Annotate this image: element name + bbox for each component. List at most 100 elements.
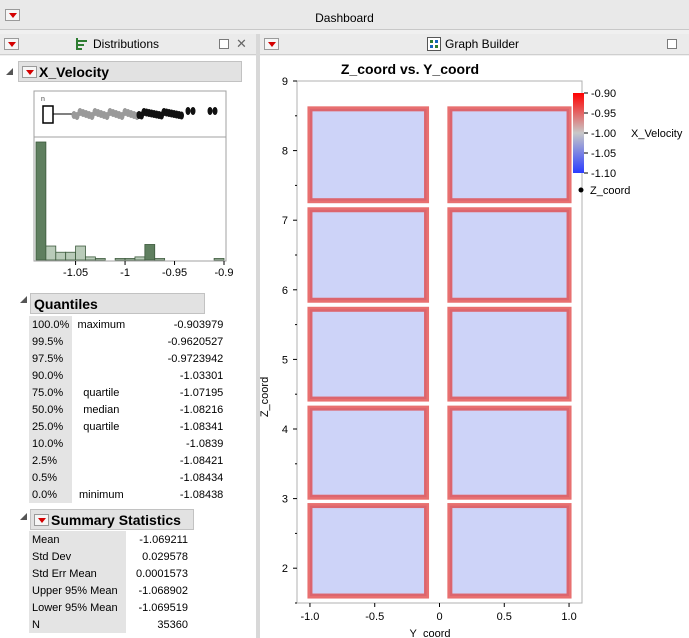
dashboard-titlebar: Dashboard (0, 0, 689, 30)
summary-row: N 35360 (29, 616, 191, 633)
distributions-panel-header: Distributions ✕ (0, 34, 256, 55)
maximize-icon[interactable] (219, 39, 229, 49)
y-tick-label: 9 (282, 76, 288, 88)
x-tick-label: -1.0 (300, 611, 319, 623)
quantile-value: -1.08438 (179, 488, 224, 501)
heatmap-cell-interior (452, 508, 567, 594)
color-scale-bar (573, 93, 584, 173)
summary-value: 0.029578 (142, 550, 188, 563)
quantile-value: -1.0839 (186, 437, 224, 450)
x-tick-label: 0.5 (497, 611, 512, 623)
histogram-bar[interactable] (94, 258, 106, 261)
quantile-value: -0.9620527 (167, 335, 224, 348)
heatmap-cell-interior (312, 411, 424, 495)
summary-row: Std Dev 0.029578 (29, 548, 191, 565)
y-tick-label: 7 (282, 215, 288, 227)
quantile-value: -1.07195 (179, 386, 224, 399)
quantile-label: minimum (79, 488, 124, 501)
disclosure-icon[interactable] (6, 68, 13, 75)
histogram-bar[interactable] (213, 258, 225, 261)
histogram-frame (33, 136, 227, 262)
quantile-label (72, 333, 130, 350)
histogram-bar[interactable] (114, 258, 126, 261)
histogram-bar[interactable] (65, 251, 76, 261)
summary-value: -1.069519 (138, 601, 188, 614)
histogram-tick-label: -0.9 (215, 267, 234, 279)
disclosure-icon[interactable] (20, 513, 27, 520)
histogram-bar[interactable] (85, 256, 96, 261)
histogram-bar[interactable] (75, 245, 86, 261)
summary-row: Upper 95% Mean -1.068902 (29, 582, 191, 599)
chart-title: Z_coord vs. Y_coord (341, 61, 479, 77)
quantile-row: 0.5% -1.08434 (29, 469, 226, 486)
color-scale-tick-label: -0.95 (591, 108, 616, 120)
histogram-bar[interactable] (55, 251, 67, 261)
quantile-label: quartile (83, 420, 120, 433)
distributions-menu-icon[interactable] (4, 38, 19, 50)
heatmap-cell-interior (312, 312, 424, 397)
graph-builder-menu-icon[interactable] (264, 38, 279, 50)
quantile-percent: 99.5% (29, 333, 73, 350)
quantile-label (72, 452, 130, 469)
outlier-point (185, 107, 191, 115)
x-tick-label: -0.5 (365, 611, 384, 623)
summary-menu-icon[interactable] (34, 514, 49, 526)
quantile-percent: 0.5% (29, 469, 73, 486)
summary-value: -1.069211 (139, 533, 188, 546)
quantile-label: median (83, 403, 120, 416)
color-scale-tick-label: -1.00 (591, 128, 616, 140)
quantile-row: 50.0% median -1.08216 (29, 401, 226, 418)
quantile-label (72, 469, 130, 486)
x-tick-label: 0 (436, 611, 442, 623)
summary-title: Summary Statistics (51, 512, 181, 528)
summary-value: -1.068902 (138, 584, 188, 597)
quantile-percent: 50.0% (29, 401, 73, 418)
outlier-point (179, 111, 184, 120)
quantile-percent: 75.0% (29, 384, 73, 401)
maximize-icon[interactable] (667, 39, 677, 49)
window-title: Dashboard (315, 11, 374, 25)
histogram-plot[interactable]: n -1.05 -1 -0.95 -0.9 (0, 86, 256, 286)
variable-menu-icon[interactable] (22, 66, 37, 78)
histogram-bar[interactable] (154, 258, 166, 261)
heatmap-cell-interior (312, 111, 424, 198)
summary-row: Std Err Mean 0.0001573 (29, 565, 191, 582)
graph-builder-icon (427, 37, 441, 51)
heatmap-cell-interior (312, 212, 424, 298)
heatmap-cell-interior (452, 212, 567, 298)
summary-label: Std Dev (29, 548, 126, 565)
summary-row: Mean -1.069211 (29, 531, 191, 548)
histogram-bar[interactable] (144, 244, 156, 261)
histogram-bar[interactable] (124, 258, 136, 261)
quantile-value: -0.9723942 (167, 352, 224, 365)
quantile-row: 25.0% quartile -1.08341 (29, 418, 226, 435)
quantiles-table: 100.0% maximum -0.903979 99.5% -0.9620527 97.… (29, 316, 226, 503)
quantile-value: -1.08421 (179, 454, 224, 467)
quantile-value: -1.08341 (179, 420, 224, 433)
distributions-panel: X_Velocity n -1.05 -1 -0.95 -0.9 Quantiles … (0, 56, 256, 638)
histogram-bar[interactable] (45, 245, 57, 261)
legend-marker-label: Z_coord (590, 185, 630, 197)
quantile-row: 99.5% -0.9620527 (29, 333, 226, 350)
summary-value: 35360 (157, 618, 188, 631)
quantile-label: quartile (83, 386, 120, 399)
histogram-tick-label: -1.05 (63, 267, 88, 279)
graph-builder-chart[interactable]: Z_coord vs. Y_coord 2 3 4 5 6 7 8 9 -1.0 -0.5 0 0.… (260, 56, 689, 638)
quantile-percent: 90.0% (29, 367, 73, 384)
quantile-value: -1.08434 (179, 471, 224, 484)
quantile-label (72, 350, 130, 367)
histogram-bar[interactable] (35, 141, 47, 261)
distributions-panel-title: Distributions (93, 37, 160, 51)
quantile-row: 2.5% -1.08421 (29, 452, 226, 469)
disclosure-icon[interactable] (20, 296, 27, 303)
quantile-row: 75.0% quartile -1.07195 (29, 384, 226, 401)
quantile-label: maximum (77, 318, 126, 331)
legend-marker-icon (578, 187, 584, 193)
histogram-bar[interactable] (134, 256, 146, 261)
quantile-row: 90.0% -1.03301 (29, 367, 226, 384)
close-icon[interactable]: ✕ (236, 37, 247, 50)
quantile-percent: 97.5% (29, 350, 73, 367)
quantiles-outline-header: Quantiles (30, 293, 205, 314)
quantile-label (72, 367, 130, 384)
summary-table: Mean -1.069211 Std Dev 0.029578 Std Err Mean… (29, 531, 191, 633)
